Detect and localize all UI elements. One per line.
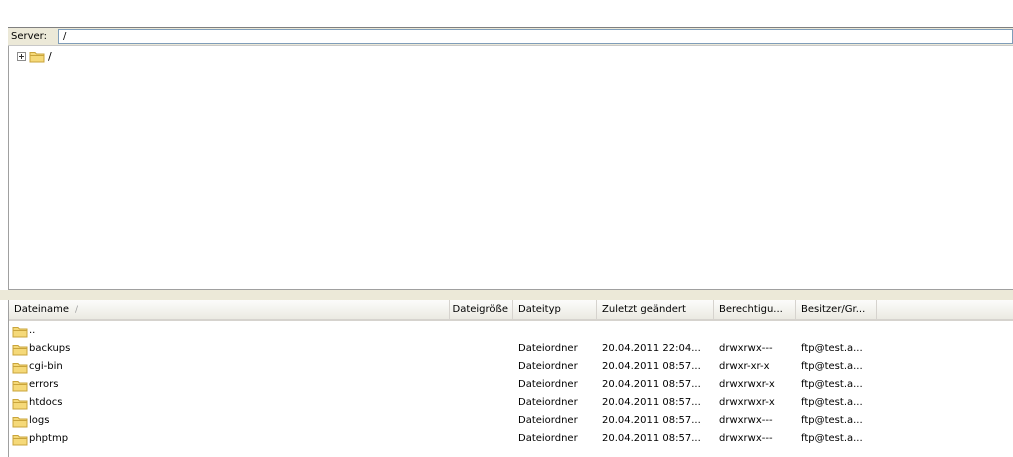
modified-cell: 20.04.2011 08:57... [602, 397, 701, 408]
table-row[interactable]: logs Dateiordner 20.04.2011 08:57... drw… [9, 412, 999, 430]
pane-splitter[interactable] [0, 290, 1013, 300]
filename-text: phptmp [29, 433, 69, 444]
tree-node-label: / [48, 49, 52, 63]
filetype-cell: Dateiordner [518, 379, 578, 390]
filetype-cell: Dateiordner [518, 361, 578, 372]
folder-icon [12, 380, 28, 391]
server-label: Server: [11, 31, 47, 42]
filename-text: errors [29, 379, 59, 390]
modified-cell: 20.04.2011 08:57... [602, 415, 701, 426]
filename-text: .. [29, 325, 36, 336]
table-row[interactable]: backups Dateiordner 20.04.2011 22:04... … [9, 340, 999, 358]
table-row[interactable]: htdocs Dateiordner 20.04.2011 08:57... d… [9, 394, 999, 412]
server-path-input[interactable]: / [58, 29, 1013, 44]
filetype-cell: Dateiordner [518, 415, 578, 426]
folder-icon [12, 344, 28, 355]
owner-cell: ftp@test.a... [801, 415, 863, 426]
owner-cell: ftp@test.a... [801, 433, 863, 444]
folder-icon [12, 416, 28, 427]
filename-cell: errors [12, 376, 452, 394]
permissions-cell: drwxr-xr-x [719, 361, 770, 372]
remote-file-list: Dateiname / Dateigröße Dateityp Zuletzt g… [8, 300, 1013, 457]
toolbar-area [0, 0, 1013, 27]
modified-cell: 20.04.2011 08:57... [602, 433, 701, 444]
filename-text: htdocs [29, 397, 63, 408]
expand-plus-icon[interactable] [17, 51, 26, 61]
remote-directory-tree: / [8, 46, 1013, 290]
filename-cell: htdocs [12, 394, 452, 412]
folder-icon [12, 434, 28, 445]
filename-cell: backups [12, 340, 452, 358]
tree-node-root[interactable]: / [17, 49, 52, 63]
permissions-cell: drwxrwxr-x [719, 397, 775, 408]
filename-text: backups [29, 343, 71, 354]
column-header-owner[interactable]: Besitzer/Gr... [796, 300, 877, 319]
column-header-filename-label: Dateiname [14, 304, 70, 315]
table-row[interactable]: .. [9, 322, 999, 340]
column-header-modified[interactable]: Zuletzt geändert [597, 300, 714, 319]
column-header-filetype[interactable]: Dateityp [513, 300, 597, 319]
table-row[interactable]: errors Dateiordner 20.04.2011 08:57... d… [9, 376, 999, 394]
folder-icon [12, 362, 28, 373]
modified-cell: 20.04.2011 08:57... [602, 361, 701, 372]
permissions-cell: drwxrwxr-x [719, 379, 775, 390]
table-row[interactable]: phptmp Dateiordner 20.04.2011 08:57... d… [9, 430, 999, 448]
filetype-cell: Dateiordner [518, 343, 578, 354]
folder-icon [29, 51, 45, 62]
column-header-row: Dateiname / Dateigröße Dateityp Zuletzt g… [9, 300, 1013, 321]
column-header-filesize[interactable]: Dateigröße [450, 300, 513, 319]
filename-cell: phptmp [12, 430, 452, 448]
filename-cell: cgi-bin [12, 358, 452, 376]
owner-cell: ftp@test.a... [801, 361, 863, 372]
column-header-permissions[interactable]: Berechtigu... [714, 300, 796, 319]
sort-indicator-icon: / [75, 305, 79, 315]
modified-cell: 20.04.2011 22:04... [602, 343, 701, 354]
folder-icon [12, 398, 28, 409]
filename-cell: logs [12, 412, 452, 430]
server-address-bar: Server: / [8, 27, 1013, 46]
permissions-cell: drwxrwx--- [719, 415, 773, 426]
owner-cell: ftp@test.a... [801, 397, 863, 408]
table-row[interactable]: cgi-bin Dateiordner 20.04.2011 08:57... … [9, 358, 999, 376]
folder-icon [12, 326, 28, 337]
permissions-cell: drwxrwx--- [719, 343, 773, 354]
owner-cell: ftp@test.a... [801, 379, 863, 390]
filetype-cell: Dateiordner [518, 397, 578, 408]
filename-text: logs [29, 415, 50, 426]
filetype-cell: Dateiordner [518, 433, 578, 444]
filename-text: cgi-bin [29, 361, 63, 372]
column-header-filename[interactable]: Dateiname / [9, 300, 450, 319]
modified-cell: 20.04.2011 08:57... [602, 379, 701, 390]
owner-cell: ftp@test.a... [801, 343, 863, 354]
permissions-cell: drwxrwx--- [719, 433, 773, 444]
filename-cell: .. [12, 322, 452, 340]
